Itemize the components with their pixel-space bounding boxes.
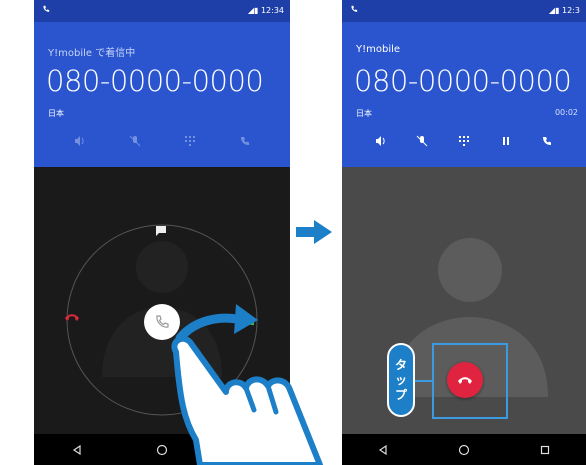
- tap-char-3: プ: [394, 387, 407, 402]
- mute-icon[interactable]: [415, 134, 429, 148]
- tap-char-2: ッ: [394, 372, 407, 387]
- caller-country: 日本: [356, 109, 372, 118]
- call-timer: 00:02: [554, 108, 578, 117]
- dialpad-icon: [183, 134, 197, 148]
- status-bar: ◢▮ 12:34: [34, 0, 290, 22]
- signal-icon: ◢▮: [548, 6, 560, 15]
- dialpad-icon[interactable]: [457, 134, 471, 148]
- callout-connector: [412, 380, 434, 382]
- status-right: ◢▮ 12:34: [248, 6, 284, 15]
- tap-char-1: タ: [394, 357, 407, 372]
- status-right: ◢▮ 12:3: [549, 6, 580, 15]
- hand-pointer-icon: [171, 335, 323, 465]
- tap-highlight-box: [432, 343, 508, 419]
- back-icon[interactable]: [67, 440, 87, 460]
- carrier-label: Y!mobile: [356, 44, 401, 55]
- call-actions: [342, 132, 586, 150]
- home-icon[interactable]: [454, 440, 474, 460]
- carrier-label: Y!mobile で着信中: [48, 48, 136, 59]
- status-time: 12:3: [562, 6, 580, 15]
- caller-number: 080-0000-0000: [46, 64, 264, 98]
- speaker-icon[interactable]: [374, 134, 388, 148]
- next-step-arrow-icon: [296, 220, 332, 244]
- status-bar: ◢▮ 12:3: [342, 0, 586, 22]
- mute-icon: [128, 134, 142, 148]
- speaker-icon: [73, 134, 87, 148]
- message-icon[interactable]: [155, 225, 167, 237]
- phone-status-icon: [350, 5, 358, 16]
- signal-icon: ◢▮: [247, 6, 259, 15]
- caller-number: 080-0000-0000: [354, 64, 572, 98]
- call-actions: [34, 132, 290, 150]
- hold-icon[interactable]: [499, 134, 513, 148]
- status-time: 12:34: [260, 6, 284, 15]
- caller-country: 日本: [48, 109, 64, 118]
- tap-callout-label: タ ッ プ: [387, 343, 415, 417]
- decline-icon[interactable]: [64, 312, 80, 324]
- call-header: Y!mobile 080-0000-0000 日本 00:02: [342, 22, 586, 167]
- tutorial-stage: ◢▮ 12:34 Y!mobile で着信中 080-0000-0000 日本: [0, 0, 586, 465]
- merge-call-icon: [238, 134, 252, 148]
- recents-icon[interactable]: [535, 440, 555, 460]
- phone-status-icon: [42, 5, 50, 16]
- call-header: Y!mobile で着信中 080-0000-0000 日本: [34, 22, 290, 167]
- merge-call-icon[interactable]: [540, 134, 554, 148]
- back-icon[interactable]: [373, 440, 393, 460]
- nav-bar: [342, 434, 586, 465]
